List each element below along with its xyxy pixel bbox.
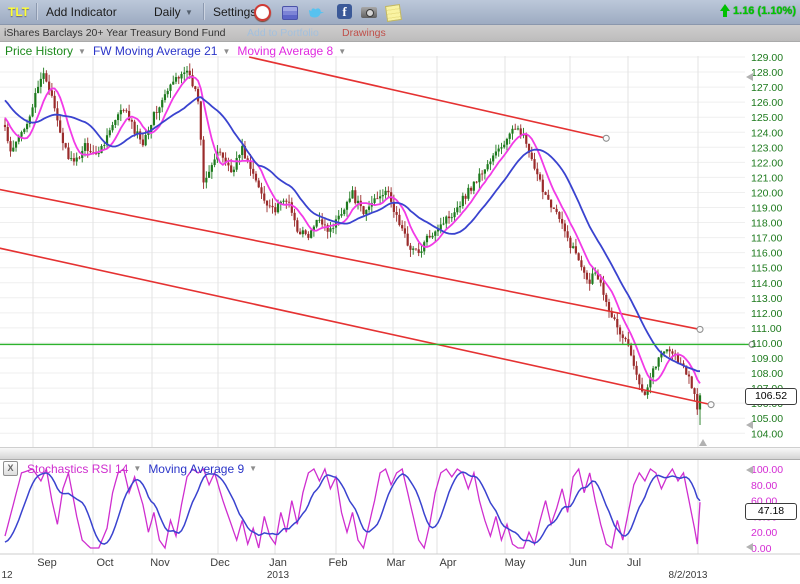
x-axis-month: Feb (329, 557, 348, 569)
price-axis-tick: 114.00 (751, 278, 782, 290)
axis-scroll-handle (746, 543, 753, 551)
osc-axis-tick: 80.00 (751, 480, 777, 492)
price-history-dropdown[interactable]: Price History (5, 44, 73, 58)
chevron-down-icon[interactable]: ▼ (133, 464, 141, 473)
x-axis-month: Sep (37, 557, 57, 569)
axis-scroll-handle (746, 73, 753, 81)
price-axis-tick: 117.00 (751, 233, 782, 245)
x-axis-year: 12 (1, 570, 13, 581)
price-axis-tick: 123.00 (751, 142, 783, 154)
stochastics-dropdown[interactable]: Stochastics RSI 14 (27, 462, 128, 476)
x-axis-month: May (505, 557, 526, 569)
chevron-down-icon[interactable]: ▼ (78, 47, 86, 56)
price-axis-tick: 119.00 (751, 203, 782, 215)
price-change-indicator: 1.16 (1.10%) (720, 4, 796, 17)
axis-scroll-handle (746, 421, 753, 429)
chevron-down-icon[interactable]: ▼ (338, 47, 346, 56)
axis-scroll-handle (699, 439, 707, 446)
price-axis-tick: 115.00 (751, 263, 782, 275)
ma9-dropdown[interactable]: Moving Average 9 (148, 462, 244, 476)
books-icon[interactable] (282, 6, 298, 20)
toolbar-divider (36, 3, 37, 20)
price-axis-tick: 129.00 (751, 52, 783, 64)
price-axis-tick: 111.00 (751, 323, 782, 335)
price-axis-tick: 126.00 (751, 97, 783, 109)
price-axis-tick: 110.00 (751, 338, 782, 350)
symbol-label[interactable]: TLT (8, 5, 29, 19)
trendline (0, 189, 700, 329)
price-axis-tick: 113.00 (751, 293, 782, 305)
price-axis-tick: 128.00 (751, 67, 783, 79)
price-axis-tick: 116.00 (751, 248, 782, 260)
price-axis-tick: 118.00 (751, 218, 782, 230)
close-icon[interactable]: X (3, 461, 18, 476)
price-axis-tick: 120.00 (751, 187, 783, 199)
x-axis-year: 2013 (267, 570, 290, 581)
ma21-line (5, 97, 700, 371)
osc-axis-tick: 20.00 (751, 527, 777, 539)
camera-icon[interactable] (361, 7, 377, 18)
panel-resize-handle[interactable] (0, 447, 800, 460)
oscillator-value-box: 47.18 (745, 503, 797, 520)
x-axis-month: Nov (150, 557, 170, 569)
toolbar-divider (203, 3, 204, 20)
up-arrow-icon (720, 4, 730, 17)
twitter-icon[interactable] (308, 5, 325, 24)
x-axis-year: 8/2/2013 (669, 570, 708, 581)
axis-scroll-handle (746, 466, 753, 474)
price-axis-tick: 127.00 (751, 82, 783, 94)
ma8-dropdown[interactable]: Moving Average 8 (237, 44, 333, 58)
alarm-icon[interactable] (254, 4, 271, 21)
x-axis-month: Jul (627, 557, 641, 569)
chevron-down-icon[interactable]: ▼ (185, 8, 193, 17)
drawing-handle (697, 326, 703, 332)
facebook-icon[interactable] (337, 4, 352, 19)
main-chart[interactable]: 129.00 128.00 127.00 126.00 125.00 124.00 123.… (0, 41, 800, 584)
ma21-dropdown[interactable]: FW Moving Average 21 (93, 44, 218, 58)
trendline (0, 248, 711, 405)
ma8-line (5, 77, 700, 384)
price-panel (0, 56, 745, 447)
price-axis-tick: 109.00 (751, 353, 783, 365)
price-panel-legend: Price History ▼ FW Moving Average 21 ▼ M… (5, 44, 353, 58)
price-axis-tick: 121.00 (751, 172, 783, 184)
change-value: 1.16 (1.10%) (733, 5, 796, 17)
camera-lens (366, 9, 374, 17)
ma9-line (5, 472, 700, 544)
price-axis-tick: 105.00 (751, 413, 783, 425)
drawing-handle (603, 135, 609, 141)
top-toolbar: TLT Add Indicator Daily ▼ Settings 1.16 … (0, 0, 800, 25)
price-axis-tick: 112.00 (751, 308, 782, 320)
osc-axis-tick: 0.00 (751, 543, 772, 555)
x-axis-month: Mar (387, 557, 406, 569)
x-axis-month: Jan (269, 557, 287, 569)
x-axis-month: Jun (569, 557, 587, 569)
last-price-box: 106.52 (745, 388, 797, 405)
chevron-down-icon[interactable]: ▼ (222, 47, 230, 56)
drawings-menu[interactable]: Drawings (342, 27, 386, 39)
price-axis-tick: 122.00 (751, 157, 783, 169)
drawing-handle (708, 402, 714, 408)
settings-button[interactable]: Settings (213, 5, 256, 19)
price-axis-tick: 125.00 (751, 112, 783, 124)
timeframe-dropdown[interactable]: Daily (154, 5, 181, 19)
notes-icon[interactable] (385, 4, 402, 22)
chevron-down-icon[interactable]: ▼ (249, 464, 257, 473)
subtitle-bar: iShares Barclays 20+ Year Treasury Bond … (0, 25, 800, 42)
price-axis-tick: 108.00 (751, 368, 783, 380)
x-axis-month: Apr (439, 557, 456, 569)
add-indicator-button[interactable]: Add Indicator (46, 5, 117, 19)
osc-axis-tick: 100.00 (751, 464, 783, 476)
price-axis-tick: 104.00 (751, 428, 783, 440)
x-axis-month: Dec (210, 557, 230, 569)
oscillator-panel-legend: X Stochastics RSI 14 ▼ Moving Average 9 … (3, 461, 264, 476)
price-axis-tick: 124.00 (751, 127, 783, 139)
trendline (249, 57, 606, 138)
fund-name: iShares Barclays 20+ Year Treasury Bond … (4, 27, 226, 39)
stochastics-line (5, 469, 700, 548)
add-to-portfolio-link[interactable]: Add to Portfolio (247, 27, 319, 39)
x-axis-month: Oct (96, 557, 113, 569)
